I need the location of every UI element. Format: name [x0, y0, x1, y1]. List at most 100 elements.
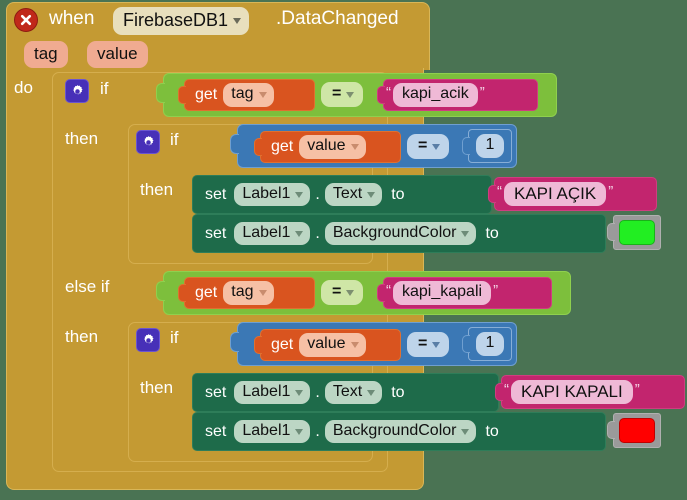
set-label1-bgcolor-closed[interactable]: set Label1 . BackgroundColor to	[192, 412, 606, 451]
chevron-down-icon[interactable]	[350, 144, 359, 151]
event-param-value[interactable]: value	[87, 41, 148, 68]
error-x-icon[interactable]	[14, 8, 38, 32]
chevron-down-icon[interactable]	[295, 428, 304, 435]
math-operator-dropdown-2[interactable]: =	[407, 332, 450, 358]
get-value-block-1[interactable]: get value	[260, 131, 401, 163]
get-tag-variable-2: tag	[231, 283, 254, 301]
color-block-green-plug	[607, 223, 615, 241]
open-quote: “	[386, 83, 391, 101]
when-label: when	[49, 8, 95, 29]
text-block-kapi-acik-plug	[377, 86, 385, 104]
text-block-kapi-kapali-plug	[377, 284, 385, 302]
logic-compare-tag-open-plug	[156, 83, 165, 103]
get-value-block-2-plug	[254, 336, 262, 354]
math-operator-label-1: =	[418, 137, 428, 154]
get-value-block-2[interactable]: get value	[260, 329, 401, 361]
set-property-closed-text: Text	[332, 382, 363, 400]
logic-operator-dropdown-2[interactable]: =	[321, 280, 364, 306]
open-quote: “	[497, 182, 502, 200]
outer-else-if-label: else if	[65, 277, 110, 296]
number-block-1[interactable]: 1	[468, 129, 512, 163]
set-property-closed-color: BackgroundColor	[332, 421, 457, 439]
chevron-down-icon[interactable]	[295, 230, 304, 237]
number-block-2-plug	[462, 335, 470, 353]
logic-operator-label-1: =	[332, 85, 342, 102]
text-block-kapi-acik-value-plug	[488, 185, 496, 203]
close-quote: ”	[608, 182, 614, 200]
set-property-open-color: BackgroundColor	[332, 223, 457, 241]
chevron-down-icon[interactable]	[461, 428, 470, 435]
set-label1-text-closed[interactable]: set Label1 . Text to	[192, 373, 499, 412]
get-value-block-1-plug	[254, 138, 262, 156]
set-component-closed-text: Label1	[242, 382, 291, 400]
chevron-down-icon[interactable]	[350, 342, 359, 349]
chevron-down-icon[interactable]	[432, 342, 441, 349]
chevron-down-icon[interactable]	[258, 290, 267, 297]
number-block-1-plug	[462, 137, 470, 155]
get-tag-variable-1: tag	[231, 85, 254, 103]
get-tag-block-1-plug	[178, 86, 186, 104]
outer-then-label-1: then	[65, 129, 99, 148]
get-value-variable-2: value	[307, 335, 346, 353]
get-value-variable-1: value	[307, 137, 346, 155]
logic-compare-tag-closed-plug	[156, 281, 165, 301]
set-label1-text-open[interactable]: set Label1 . Text to	[192, 175, 492, 214]
text-block-kapi-acik[interactable]: “ kapi_acik ”	[383, 79, 538, 111]
math-operator-dropdown-1[interactable]: =	[407, 134, 450, 160]
event-param-tag[interactable]: tag	[24, 41, 68, 68]
color-block-green[interactable]	[613, 215, 661, 250]
inner-then-label-2: then	[140, 378, 174, 397]
component-dropdown-firebasedb1[interactable]: FirebaseDB1	[113, 7, 250, 35]
chevron-down-icon[interactable]	[432, 144, 441, 151]
outer-if-label: if	[100, 79, 109, 98]
text-block-kapi-kapali-value[interactable]: “ KAPI KAPALI ”	[501, 375, 685, 409]
chevron-down-icon[interactable]	[346, 290, 355, 297]
inner-then-label-1: then	[140, 180, 174, 199]
set-component-open-color: Label1	[242, 223, 291, 241]
close-quote: ”	[634, 380, 640, 398]
logic-operator-label-2: =	[332, 283, 342, 300]
color-swatch-red[interactable]	[619, 418, 655, 443]
color-swatch-green[interactable]	[619, 220, 655, 245]
chevron-down-icon[interactable]	[233, 18, 242, 25]
chevron-down-icon[interactable]	[295, 389, 304, 396]
outer-then-label-2: then	[65, 327, 99, 346]
logic-operator-dropdown-1[interactable]: =	[321, 82, 364, 108]
open-quote: “	[504, 380, 509, 398]
chevron-down-icon[interactable]	[258, 92, 267, 99]
inner-if-mutator-1[interactable]	[136, 130, 160, 154]
math-compare-value-open-plug	[230, 134, 239, 154]
text-block-kapi-kapali-value-plug	[495, 383, 503, 401]
get-tag-block-2[interactable]: get tag	[184, 277, 315, 309]
inner-if-label-1: if	[170, 130, 179, 149]
chevron-down-icon[interactable]	[367, 389, 376, 396]
text-block-kapi-kapali[interactable]: “ kapi_kapali ”	[383, 277, 552, 309]
close-quote: ”	[493, 281, 499, 299]
math-compare-value-closed-plug	[230, 332, 239, 352]
set-component-open-text: Label1	[242, 184, 291, 202]
chevron-down-icon[interactable]	[367, 191, 376, 198]
event-param-tag-label: tag	[34, 44, 58, 63]
math-operator-label-2: =	[418, 335, 428, 352]
text-value-kapi-kapali: kapi_kapali	[402, 283, 483, 301]
text-value-kapi-acik-2: KAPI AÇIK	[514, 183, 597, 203]
event-param-value-label: value	[97, 44, 138, 63]
number-value-2: 1	[475, 332, 505, 356]
text-value-kapi-kapali-2: KAPI KAPALI	[521, 381, 623, 401]
inner-if-mutator-2[interactable]	[136, 328, 160, 352]
component-dropdown-label: FirebaseDB1	[123, 10, 229, 30]
text-block-kapi-acik-value[interactable]: “ KAPI AÇIK ”	[494, 177, 657, 211]
text-value-kapi-acik: kapi_acik	[402, 85, 469, 103]
set-label1-bgcolor-open[interactable]: set Label1 . BackgroundColor to	[192, 214, 606, 253]
set-component-closed-color: Label1	[242, 421, 291, 439]
chevron-down-icon[interactable]	[295, 191, 304, 198]
get-tag-block-1[interactable]: get tag	[184, 79, 315, 111]
get-tag-block-2-plug	[178, 284, 186, 302]
chevron-down-icon[interactable]	[346, 92, 355, 99]
chevron-down-icon[interactable]	[461, 230, 470, 237]
color-block-red[interactable]	[613, 413, 661, 448]
number-block-2[interactable]: 1	[468, 327, 512, 361]
open-quote: “	[386, 281, 391, 299]
close-quote: ”	[479, 83, 485, 101]
outer-if-mutator[interactable]	[65, 79, 89, 103]
